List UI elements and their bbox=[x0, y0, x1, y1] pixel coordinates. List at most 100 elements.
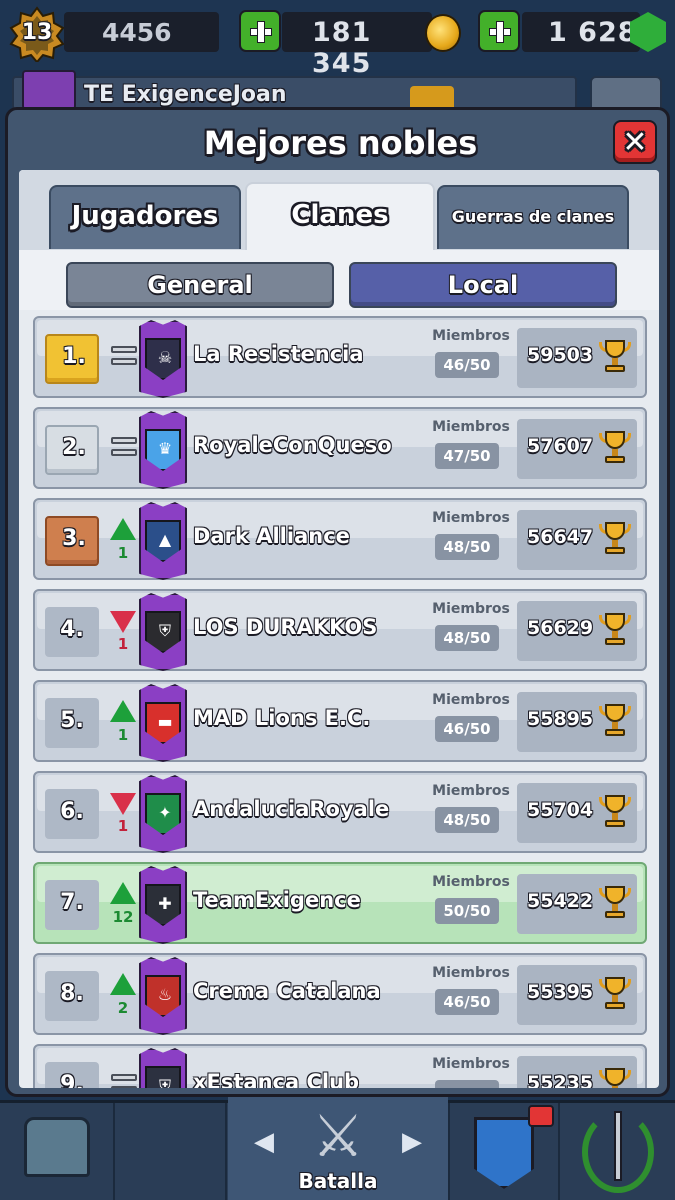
bottom-navigation: ◀ ⚔ ▶ Batalla bbox=[0, 1097, 675, 1200]
experience-bar[interactable]: 4456 bbox=[64, 12, 219, 52]
clan-row[interactable]: 8. 2 ♨ Crema Catalana Miembros 46/50 55395 bbox=[33, 953, 647, 1035]
top-status-bar: 13 4456 181 345 1 628 bbox=[0, 0, 675, 79]
gold-value: 181 345 bbox=[312, 17, 372, 79]
clan-name: TeamExigence bbox=[193, 888, 361, 912]
clan-score: 55704 bbox=[517, 783, 637, 843]
trophy-icon bbox=[599, 431, 631, 465]
rank-number: 8. bbox=[60, 981, 84, 1006]
rank-badge: 9. bbox=[45, 1062, 99, 1088]
clan-badge-icon: ♨ bbox=[139, 957, 187, 1035]
clan-score: 55235 bbox=[517, 1056, 637, 1088]
clan-score: 55895 bbox=[517, 692, 637, 752]
profile-bar[interactable]: TE ExigenceJoan bbox=[12, 76, 577, 110]
members-count: 50/50 bbox=[435, 898, 499, 924]
general-button[interactable]: General bbox=[66, 262, 334, 308]
clan-trophies: 55395 bbox=[527, 981, 594, 1003]
rank-unchanged-icon bbox=[105, 425, 141, 479]
gem-counter: 1 628 bbox=[522, 12, 640, 52]
clan-row[interactable]: 4. 1 ⛨ LOS DURAKKOS Miembros 48/50 56629 bbox=[33, 589, 647, 671]
level-badge[interactable]: 13 bbox=[8, 6, 66, 64]
local-label: Local bbox=[447, 271, 519, 299]
clan-row[interactable]: 5. 1 ▬ MAD Lions E.C. Miembros 46/50 55895 bbox=[33, 680, 647, 762]
nav-tournaments[interactable] bbox=[560, 1103, 675, 1200]
rank-change-value: 1 bbox=[117, 635, 129, 653]
clan-trophies: 55422 bbox=[527, 890, 594, 912]
tab-bar: Jugadores Clanes Guerras de clanes bbox=[19, 170, 659, 252]
rank-badge: 8. bbox=[45, 971, 99, 1021]
arrow-left-icon[interactable]: ◀ bbox=[254, 1127, 274, 1157]
members-count: 47/50 bbox=[435, 443, 499, 469]
members-count: 48/50 bbox=[435, 807, 499, 833]
rank-change-value: 2 bbox=[117, 999, 129, 1017]
clan-badge-icon: ▲ bbox=[139, 502, 187, 580]
rank-number: 6. bbox=[60, 799, 84, 824]
clan-trophies: 55704 bbox=[527, 799, 594, 821]
chest-icon bbox=[24, 1117, 90, 1177]
rank-badge: 2. bbox=[45, 425, 99, 475]
gold-counter: 181 345 bbox=[282, 12, 432, 79]
rank-badge: 3. bbox=[45, 516, 99, 566]
nav-clan[interactable] bbox=[448, 1103, 560, 1200]
clan-badge-icon: ✚ bbox=[139, 866, 187, 944]
clan-row[interactable]: 6. 1 ✦ AndaluciaRoyale Miembros 48/50 55704 bbox=[33, 771, 647, 853]
clan-row[interactable]: 3. 1 ▲ Dark Alliance Miembros 48/50 56647 bbox=[33, 498, 647, 580]
clan-row[interactable]: 1. ☠ La Resistencia Miembros 46/50 59503 bbox=[33, 316, 647, 398]
nav-battle[interactable]: ◀ ⚔ ▶ Batalla bbox=[228, 1097, 448, 1200]
rank-change-value: 1 bbox=[117, 817, 129, 835]
clan-badge-icon: ▬ bbox=[139, 684, 187, 762]
members-count: 46/50 bbox=[435, 352, 499, 378]
clan-score: 55395 bbox=[517, 965, 637, 1025]
tab-clan-wars[interactable]: Guerras de clanes bbox=[437, 185, 629, 249]
rank-number: 9. bbox=[60, 1072, 84, 1088]
rank-unchanged-icon bbox=[105, 334, 141, 388]
clan-trophies: 59503 bbox=[527, 344, 594, 366]
crossed-swords-icon: ⚔ bbox=[312, 1102, 364, 1170]
members-label: Miembros bbox=[432, 601, 510, 617]
clan-row[interactable]: 9. ⛨ xEstanca Club Miembros 55235 bbox=[33, 1044, 647, 1088]
members-label: Miembros bbox=[432, 1056, 510, 1072]
rank-badge: 1. bbox=[45, 334, 99, 384]
buy-gold-button[interactable] bbox=[239, 10, 281, 52]
tab-players[interactable]: Jugadores bbox=[49, 185, 241, 249]
tab-clans[interactable]: Clanes bbox=[245, 182, 435, 252]
rank-change-value: 1 bbox=[117, 726, 129, 744]
members-label: Miembros bbox=[432, 510, 510, 526]
rank-down-icon: 1 bbox=[105, 789, 141, 843]
gem-value: 1 628 bbox=[548, 17, 638, 48]
nav-shop[interactable] bbox=[0, 1103, 115, 1200]
trophy-icon bbox=[599, 1068, 631, 1088]
clan-badge-icon: ☠ bbox=[139, 320, 187, 398]
nav-cards[interactable] bbox=[115, 1103, 329, 1200]
rank-up-icon: 1 bbox=[105, 516, 141, 570]
clan-row[interactable]: 7. 12 ✚ TeamExigence Miembros 50/50 55422 bbox=[33, 862, 647, 944]
trophy-icon bbox=[599, 613, 631, 647]
clan-name: xEstanca Club bbox=[193, 1070, 360, 1088]
clan-row[interactable]: 2. ♛ RoyaleConQueso Miembros 47/50 57607 bbox=[33, 407, 647, 489]
clan-trophies: 57607 bbox=[527, 435, 594, 457]
clan-name: Dark Alliance bbox=[193, 524, 350, 548]
close-button[interactable]: ✕ bbox=[613, 120, 657, 164]
local-button[interactable]: Local bbox=[349, 262, 617, 308]
clan-badge-icon: ✦ bbox=[139, 775, 187, 853]
leaderboard-content: Jugadores Clanes Guerras de clanes Gener… bbox=[19, 170, 659, 1088]
trophy-icon bbox=[599, 704, 631, 738]
rank-change-value: 12 bbox=[112, 908, 134, 926]
members-count: 48/50 bbox=[435, 534, 499, 560]
arrow-right-icon[interactable]: ▶ bbox=[402, 1127, 422, 1157]
rank-up-icon: 12 bbox=[105, 880, 141, 934]
members-count: 46/50 bbox=[435, 989, 499, 1015]
members-label: Miembros bbox=[432, 783, 510, 799]
rank-unchanged-icon bbox=[105, 1062, 141, 1088]
trophy-icon bbox=[599, 340, 631, 374]
experience-value: 4456 bbox=[102, 18, 172, 47]
buy-gems-button[interactable] bbox=[478, 10, 520, 52]
tab-players-label: Jugadores bbox=[71, 201, 219, 231]
clan-score: 57607 bbox=[517, 419, 637, 479]
trophy-icon bbox=[599, 977, 631, 1011]
modal-title: Mejores nobles bbox=[203, 124, 478, 162]
clan-emblem-icon bbox=[22, 70, 76, 110]
trophy-icon bbox=[599, 522, 631, 556]
members-label: Miembros bbox=[432, 874, 510, 890]
rank-number: 3. bbox=[62, 526, 86, 551]
members-label: Miembros bbox=[432, 692, 510, 708]
